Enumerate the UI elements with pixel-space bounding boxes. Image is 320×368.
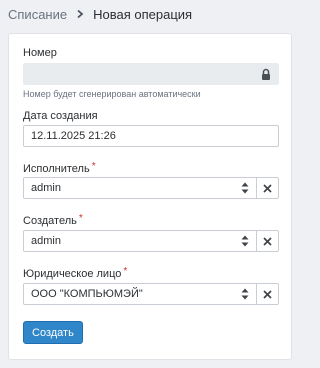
creator-label: Создатель * [23, 213, 83, 227]
close-icon[interactable] [256, 284, 278, 304]
close-icon[interactable] [256, 178, 278, 198]
number-hint: Номер будет сгенерирован автоматически [23, 89, 201, 99]
sort-arrows-icon[interactable] [234, 231, 256, 251]
sort-arrows-icon[interactable] [234, 178, 256, 198]
number-field [23, 63, 279, 85]
page-title: Новая операция [93, 6, 193, 22]
operation-form-card: Номер Номер будет сгенерирован автоматич… [8, 33, 292, 360]
sort-arrows-icon[interactable] [234, 284, 256, 304]
chevron-right-icon [73, 7, 87, 21]
creator-select-value: admin [31, 235, 61, 247]
executor-label: Исполнитель * [23, 161, 96, 175]
executor-select[interactable]: admin [23, 177, 279, 199]
close-icon[interactable] [256, 231, 278, 251]
create-button[interactable]: Создать [23, 321, 83, 344]
legal-entity-select-value: ООО "КОМПЬЮМЭЙ" [31, 288, 143, 300]
legal-entity-select[interactable]: ООО "КОМПЬЮМЭЙ" [23, 283, 279, 305]
created-date-label: Дата создания [23, 110, 98, 122]
created-date-field[interactable]: 12.11.2025 21:26 [23, 125, 279, 147]
lock-icon [260, 68, 272, 81]
breadcrumb-parent-link[interactable]: Списание [8, 7, 67, 22]
legal-entity-label: Юридическое лицо * [23, 266, 128, 280]
required-mark: * [91, 161, 96, 172]
required-mark: * [78, 213, 83, 224]
breadcrumb: Списание Новая операция [8, 4, 192, 24]
required-mark: * [123, 266, 128, 277]
creator-select[interactable]: admin [23, 230, 279, 252]
executor-select-value: admin [31, 182, 61, 194]
number-label: Номер [23, 47, 57, 59]
